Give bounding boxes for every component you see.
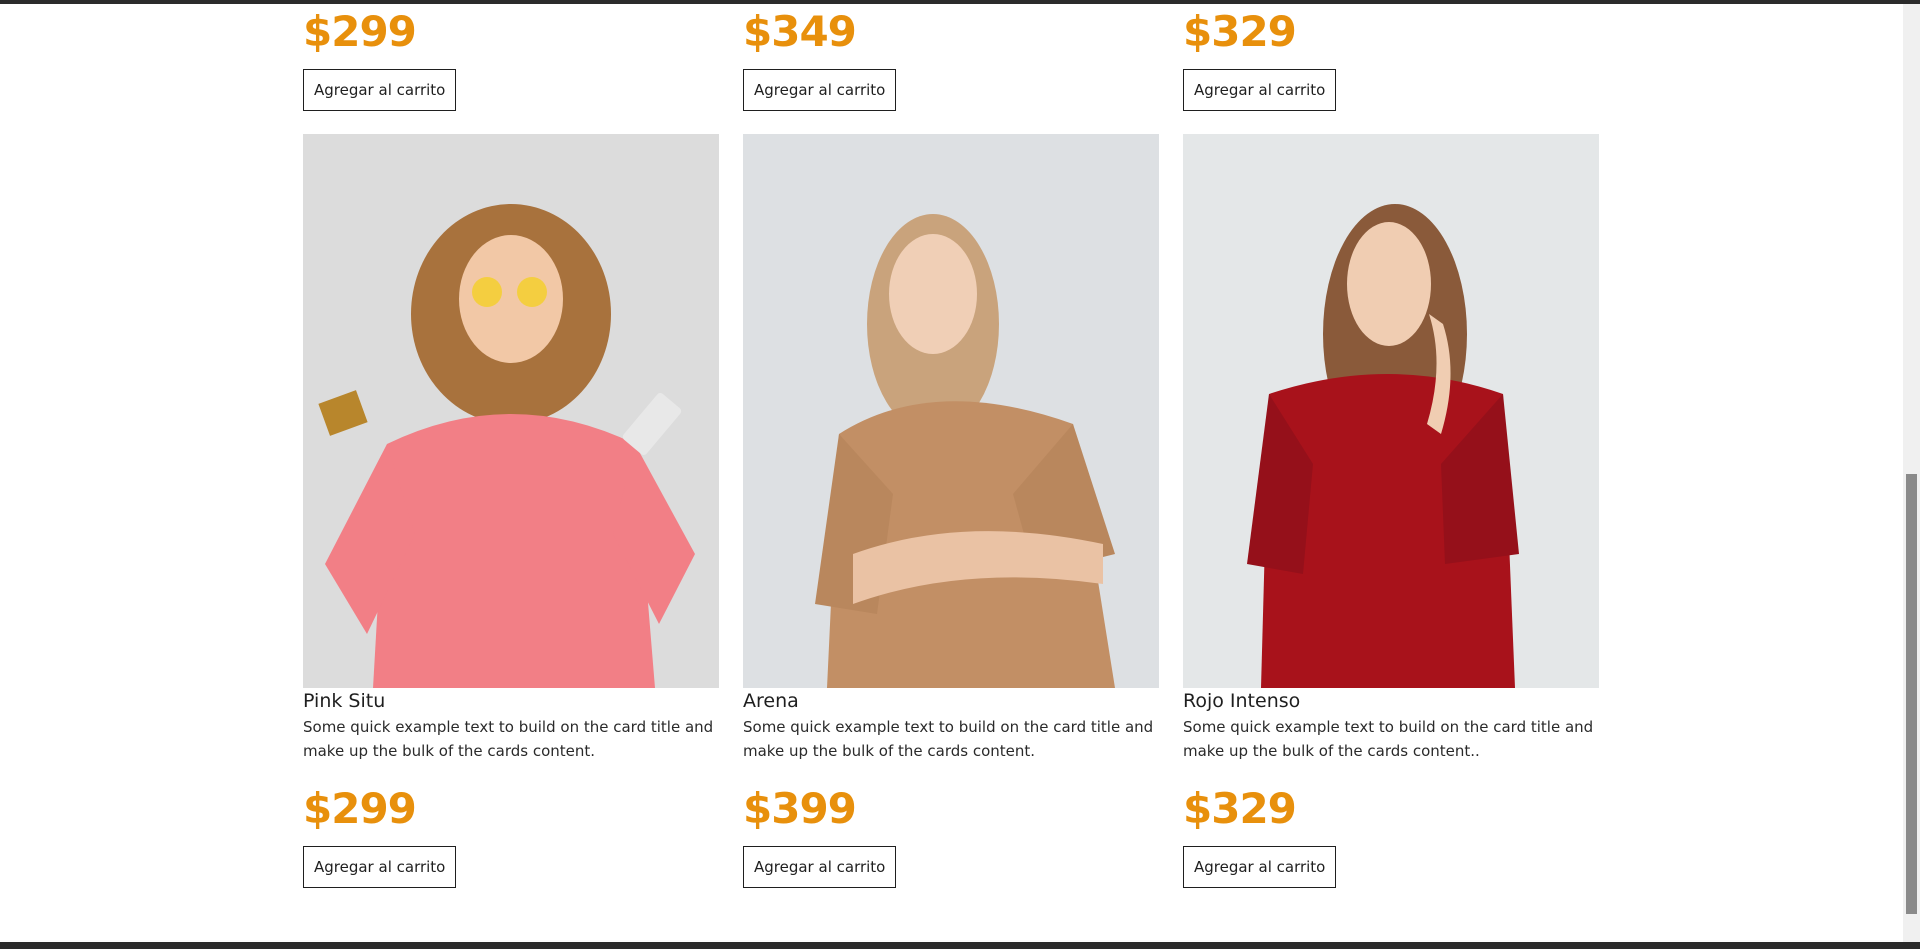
product-price: $329 xyxy=(1183,784,1297,833)
vertical-scrollbar[interactable] xyxy=(1903,4,1920,942)
product-description: Some quick example text to build on the … xyxy=(1183,718,1594,760)
product-title: Rojo Intenso xyxy=(1183,690,1301,712)
product-grid-page: $299 Agregar al carrito $349 Agregar al … xyxy=(0,4,1903,942)
product-price: $299 xyxy=(303,7,417,56)
product-title: Pink Situ xyxy=(303,690,386,712)
add-to-cart-button[interactable]: Agregar al carrito xyxy=(303,846,457,888)
add-to-cart-button[interactable]: Agregar al carrito xyxy=(303,69,457,111)
product-description: Some quick example text to build on the … xyxy=(743,718,1154,760)
product-price: $349 xyxy=(743,7,857,56)
add-to-cart-button[interactable]: Agregar al carrito xyxy=(1183,69,1337,111)
window-bottom-border xyxy=(0,942,1920,949)
scrollbar-thumb[interactable] xyxy=(1906,474,1917,914)
product-price: $399 xyxy=(743,784,857,833)
product-description: Some quick example text to build on the … xyxy=(303,718,714,760)
add-to-cart-button[interactable]: Agregar al carrito xyxy=(743,69,897,111)
red-sweater-photo-icon xyxy=(1183,134,1599,688)
product-image[interactable] xyxy=(303,134,719,688)
product-price: $299 xyxy=(303,784,417,833)
product-title: Arena xyxy=(743,690,799,712)
product-image[interactable] xyxy=(743,134,1159,688)
sand-sweatshirt-photo-icon xyxy=(743,134,1159,688)
product-image[interactable] xyxy=(1183,134,1599,688)
product-price: $329 xyxy=(1183,7,1297,56)
pink-hoodie-photo-icon xyxy=(303,134,719,688)
add-to-cart-button[interactable]: Agregar al carrito xyxy=(743,846,897,888)
add-to-cart-button[interactable]: Agregar al carrito xyxy=(1183,846,1337,888)
